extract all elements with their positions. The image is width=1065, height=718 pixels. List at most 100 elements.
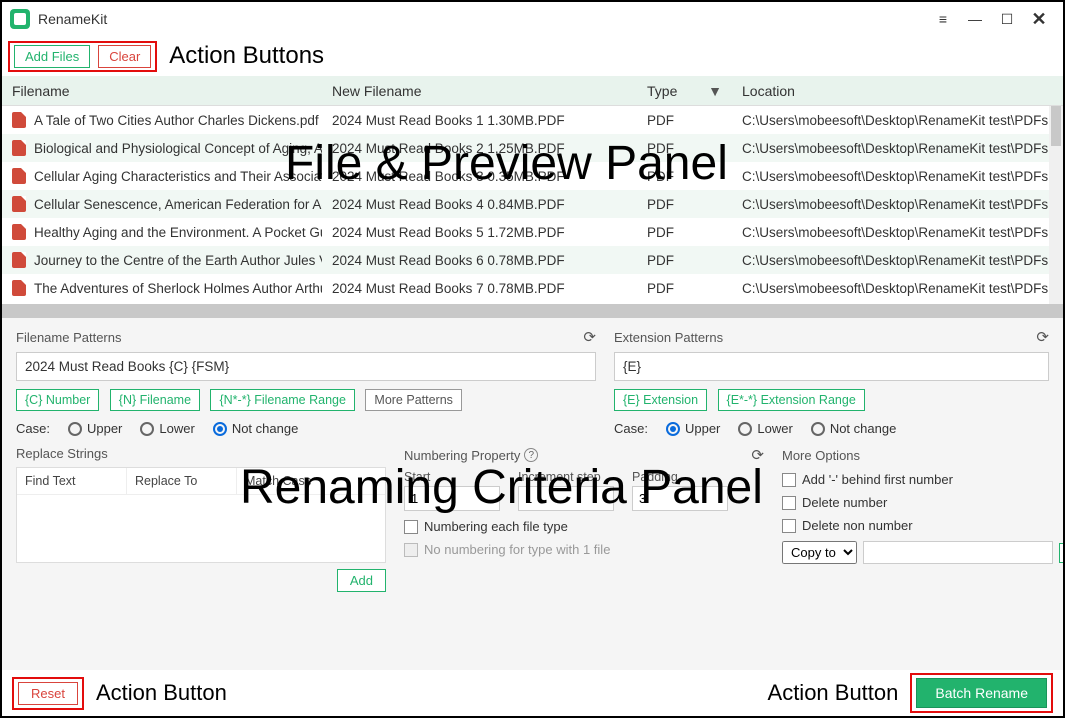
- horizontal-scrollbar[interactable]: [2, 304, 1063, 318]
- table-row[interactable]: A Tale of Two Cities Author Charles Dick…: [2, 106, 1063, 134]
- cell-location: C:\Users\mobeesoft\Desktop\RenameKit tes…: [732, 281, 1063, 296]
- pdf-icon: [12, 168, 26, 184]
- radio-fn-lower[interactable]: Lower: [140, 421, 194, 436]
- action-button-label-left: Action Button: [96, 680, 227, 706]
- clear-button[interactable]: Clear: [98, 45, 151, 68]
- title-bar: RenameKit ≡ — ☐ ✕: [2, 2, 1063, 36]
- table-row[interactable]: Biological and Physiological Concept of …: [2, 134, 1063, 162]
- copy-to-path-input[interactable]: [863, 541, 1053, 564]
- vertical-scrollbar[interactable]: [1049, 106, 1063, 304]
- table-row[interactable]: The Adventures of Sherlock Holmes Author…: [2, 274, 1063, 302]
- case-label-ext: Case:: [614, 421, 648, 436]
- close-button[interactable]: ✕: [1023, 5, 1055, 33]
- copy-to-select[interactable]: Copy to: [782, 541, 857, 564]
- tag-n-range[interactable]: {N*-*} Filename Range: [210, 389, 354, 411]
- cell-filename: Cellular Senescence, American Federation…: [34, 197, 322, 212]
- col-new-filename[interactable]: New Filename: [322, 76, 637, 105]
- radio-ext-notchange[interactable]: Not change: [811, 421, 897, 436]
- padding-input[interactable]: [632, 486, 728, 511]
- cell-type: PDF: [637, 113, 732, 128]
- col-location[interactable]: Location: [732, 76, 1063, 105]
- tag-c-number[interactable]: {C} Number: [16, 389, 99, 411]
- change-button[interactable]: Change: [1059, 543, 1065, 563]
- table-row[interactable]: Journey to the Centre of the Earth Autho…: [2, 246, 1063, 274]
- cell-location: C:\Users\mobeesoft\Desktop\RenameKit tes…: [732, 197, 1063, 212]
- cell-filename: Healthy Aging and the Environment. A Poc…: [34, 225, 322, 240]
- col-match-case: Match Case: [237, 468, 385, 494]
- col-filename[interactable]: Filename: [2, 76, 322, 105]
- radio-fn-notchange[interactable]: Not change: [213, 421, 299, 436]
- radio-fn-upper[interactable]: Upper: [68, 421, 122, 436]
- cell-location: C:\Users\mobeesoft\Desktop\RenameKit tes…: [732, 141, 1063, 156]
- add-replace-button[interactable]: Add: [337, 569, 386, 592]
- cell-type: PDF: [637, 281, 732, 296]
- table-row[interactable]: Cellular Aging Characteristics and Their…: [2, 162, 1063, 190]
- cell-filename: Cellular Aging Characteristics and Their…: [34, 169, 322, 184]
- tag-more-patterns[interactable]: More Patterns: [365, 389, 462, 411]
- cell-location: C:\Users\mobeesoft\Desktop\RenameKit tes…: [732, 113, 1063, 128]
- start-input[interactable]: [404, 486, 500, 511]
- table-header: Filename New Filename Type▼ Location: [2, 76, 1063, 106]
- col-type[interactable]: Type▼: [637, 76, 732, 105]
- chk-numbering-each[interactable]: [404, 520, 418, 534]
- radio-ext-lower[interactable]: Lower: [738, 421, 792, 436]
- cell-filename: Journey to the Centre of the Earth Autho…: [34, 253, 322, 268]
- cell-new-filename: 2024 Must Read Books 4 0.84MB.PDF: [322, 197, 637, 212]
- app-title: RenameKit: [38, 11, 107, 27]
- cell-type: PDF: [637, 225, 732, 240]
- bottom-bar: Reset Action Button Action Button Batch …: [2, 670, 1063, 716]
- add-files-button[interactable]: Add Files: [14, 45, 90, 68]
- col-find-text: Find Text: [17, 468, 127, 494]
- top-action-row: Add Files Clear Action Buttons: [2, 36, 1063, 76]
- replace-strings-label: Replace Strings: [16, 446, 108, 461]
- extension-patterns-label: Extension Patterns: [614, 330, 723, 345]
- tag-e-extension[interactable]: {E} Extension: [614, 389, 707, 411]
- cell-location: C:\Users\mobeesoft\Desktop\RenameKit tes…: [732, 169, 1063, 184]
- extension-patterns-section: Extension Patterns ⟳ {E} Extension {E*-*}…: [614, 328, 1049, 436]
- chk-split-first-number[interactable]: [782, 473, 796, 487]
- filename-patterns-section: Filename Patterns ⟳ {C} Number {N} Filena…: [16, 328, 596, 436]
- increment-label: Increment step: [518, 470, 614, 484]
- maximize-button[interactable]: ☐: [991, 5, 1023, 33]
- tag-n-filename[interactable]: {N} Filename: [110, 389, 200, 411]
- reset-button[interactable]: Reset: [18, 682, 78, 705]
- pdf-icon: [12, 112, 26, 128]
- action-buttons-overlay-label: Action Buttons: [169, 42, 324, 70]
- cell-new-filename: 2024 Must Read Books 6 0.78MB.PDF: [322, 253, 637, 268]
- batch-rename-button[interactable]: Batch Rename: [916, 678, 1047, 708]
- refresh-icon[interactable]: ⟳: [583, 328, 596, 346]
- cell-new-filename: 2024 Must Read Books 3 0.35MB.PDF: [322, 169, 637, 184]
- filename-patterns-label: Filename Patterns: [16, 330, 122, 345]
- tag-e-range[interactable]: {E*-*} Extension Range: [718, 389, 865, 411]
- chk-delete-non-number[interactable]: [782, 519, 796, 533]
- help-icon[interactable]: ?: [524, 448, 538, 462]
- extension-pattern-input[interactable]: [614, 352, 1049, 381]
- pdf-icon: [12, 252, 26, 268]
- menu-icon[interactable]: ≡: [927, 5, 959, 33]
- refresh-icon[interactable]: ⟳: [751, 446, 764, 464]
- cell-new-filename: 2024 Must Read Books 1 1.30MB.PDF: [322, 113, 637, 128]
- more-options-section: More Options⟳ Add '-' behind first numbe…: [782, 446, 1065, 664]
- file-table: Filename New Filename Type▼ Location A T…: [2, 76, 1063, 318]
- increment-input[interactable]: [518, 486, 614, 511]
- radio-ext-upper[interactable]: Upper: [666, 421, 720, 436]
- pdf-icon: [12, 140, 26, 156]
- filter-icon[interactable]: ▼: [708, 83, 722, 99]
- cell-type: PDF: [637, 197, 732, 212]
- table-row[interactable]: Cellular Senescence, American Federation…: [2, 190, 1063, 218]
- refresh-icon[interactable]: ⟳: [1036, 328, 1049, 346]
- chk-delete-number[interactable]: [782, 496, 796, 510]
- pdf-icon: [12, 280, 26, 296]
- cell-location: C:\Users\mobeesoft\Desktop\RenameKit tes…: [732, 253, 1063, 268]
- cell-location: C:\Users\mobeesoft\Desktop\RenameKit tes…: [732, 225, 1063, 240]
- cell-filename: Biological and Physiological Concept of …: [34, 141, 322, 156]
- replace-strings-section: Replace Strings Find Text Replace To Mat…: [16, 446, 386, 664]
- cell-new-filename: 2024 Must Read Books 7 0.78MB.PDF: [322, 281, 637, 296]
- chk-no-numbering-1file[interactable]: [404, 543, 418, 557]
- filename-pattern-input[interactable]: [16, 352, 596, 381]
- cell-type: PDF: [637, 141, 732, 156]
- minimize-button[interactable]: —: [959, 5, 991, 33]
- cell-type: PDF: [637, 253, 732, 268]
- table-row[interactable]: Healthy Aging and the Environment. A Poc…: [2, 218, 1063, 246]
- col-replace-to: Replace To: [127, 468, 237, 494]
